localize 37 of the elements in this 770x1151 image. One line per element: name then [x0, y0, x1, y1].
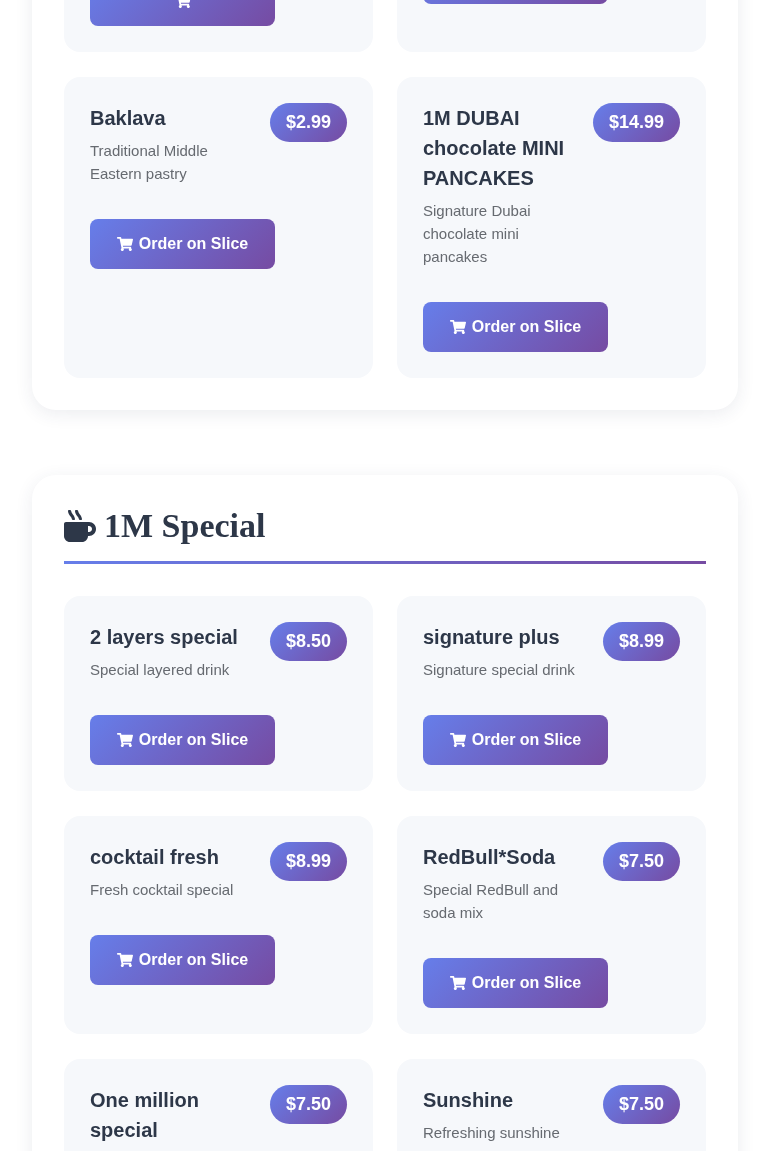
cart-icon	[449, 319, 466, 335]
price-tag: $8.99	[602, 622, 680, 661]
order-button[interactable]: Order on Slice	[423, 302, 608, 352]
cart-icon	[116, 952, 133, 968]
order-button[interactable]: Order on Slice	[90, 219, 275, 269]
item-name: 1M DUBAI chocolate MINI PANCAKES	[423, 106, 566, 191]
item-name: RedBull*Soda	[423, 845, 557, 870]
price-tag: $2.99	[269, 103, 347, 142]
item-description: Fresh cocktail special	[90, 880, 235, 900]
price-tag: $8.50	[269, 622, 347, 661]
item-description: Traditional Middle Eastern pastry	[90, 141, 209, 184]
item-description: Refreshing sunshine	[423, 1123, 561, 1143]
item-description: Special layered drink	[90, 660, 231, 680]
item-description: Signature special drink	[423, 660, 576, 680]
item-description: Signature Dubai chocolate mini pancakes	[423, 201, 532, 267]
item-name: signature plus	[423, 625, 561, 650]
order-button[interactable]: Order on Slice	[90, 715, 275, 765]
price-tag: $7.50	[269, 1085, 347, 1124]
coffee-mug-icon	[64, 510, 96, 542]
section-title: 1M Special	[104, 507, 266, 545]
cart-icon	[116, 236, 133, 252]
cart-icon	[449, 975, 466, 991]
price-tag: $7.50	[602, 1085, 680, 1124]
order-button[interactable]: Order on Slice	[423, 958, 608, 1008]
price-tag: $8.99	[269, 842, 347, 881]
item-name: cocktail fresh	[90, 845, 220, 870]
cart-icon	[116, 732, 133, 748]
price-tag: $7.50	[602, 842, 680, 881]
order-button[interactable]: Order on Slice	[423, 715, 608, 765]
order-button[interactable]: Order on Slice	[90, 935, 275, 985]
item-name: One million special	[90, 1088, 200, 1143]
item-description: Special RedBull and soda mix	[423, 880, 560, 923]
item-name: 2 layers special	[90, 625, 239, 650]
price-tag: $14.99	[592, 103, 680, 142]
cart-icon	[449, 732, 466, 748]
item-name: Baklava	[90, 106, 167, 131]
item-name: Sunshine	[423, 1088, 514, 1113]
